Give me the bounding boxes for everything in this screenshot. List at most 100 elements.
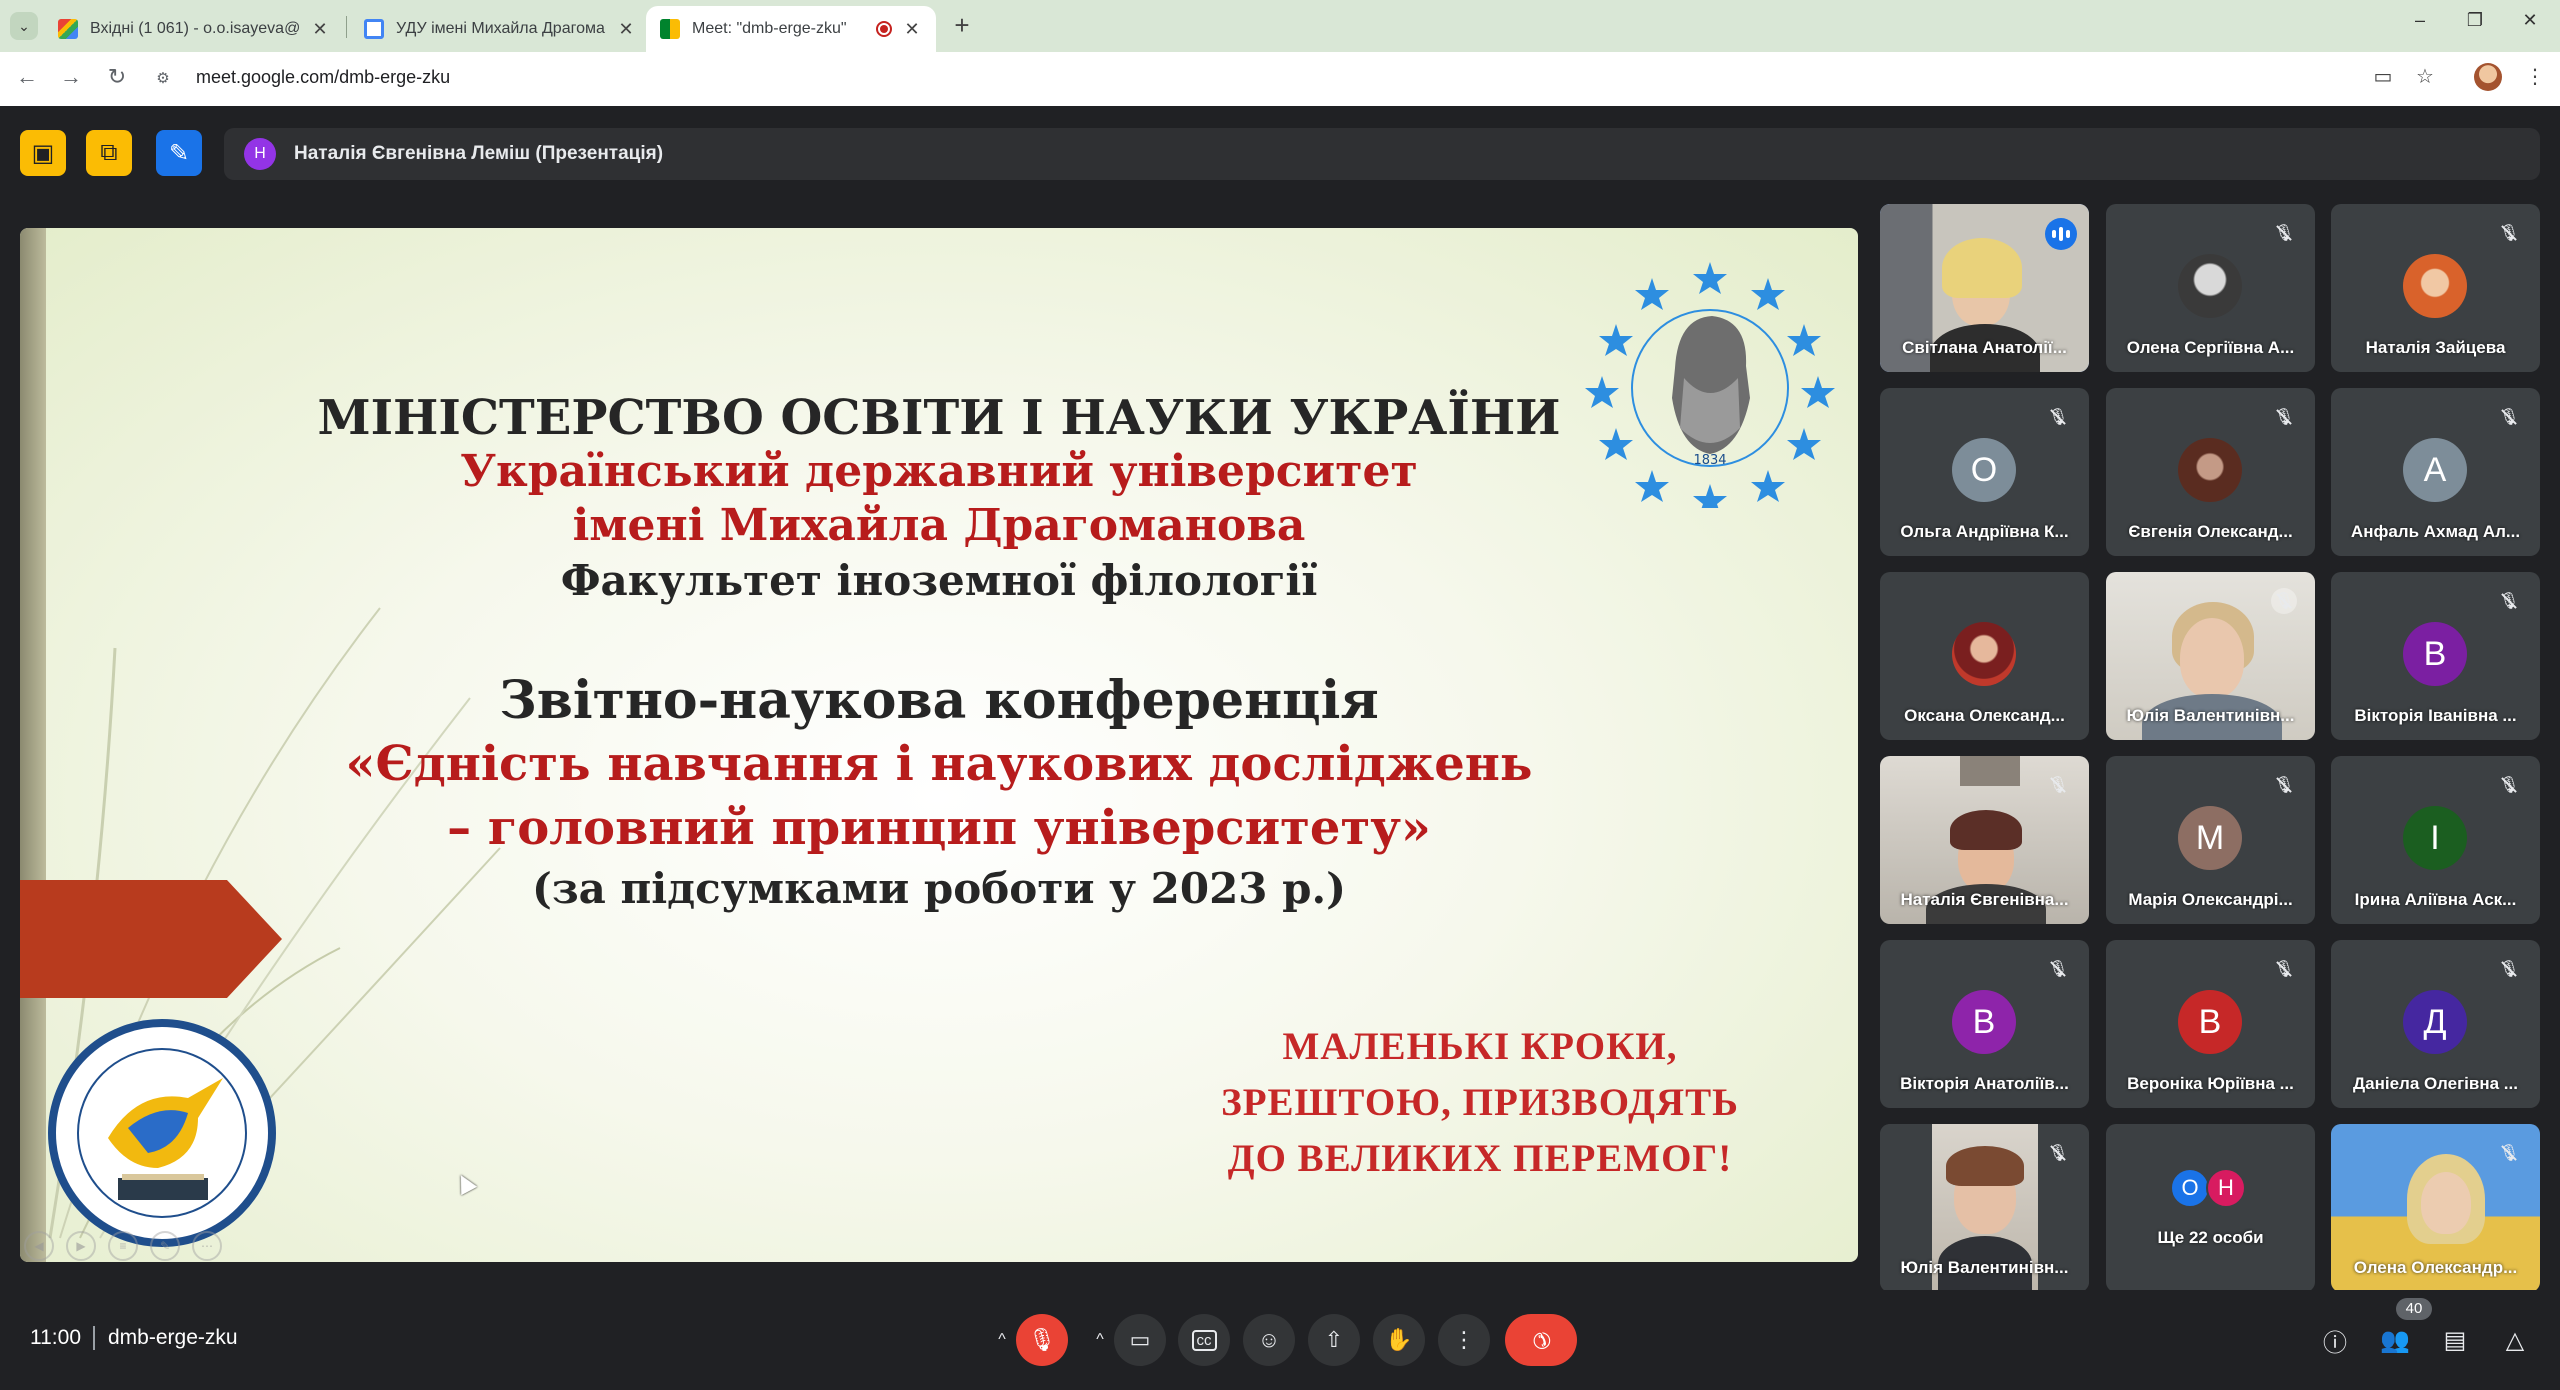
participant-tile[interactable]: Оксана Олександ... <box>1880 572 2089 740</box>
participant-tile[interactable]: 🎙 Юлія Валентинівн... <box>2106 572 2315 740</box>
participant-tile[interactable]: А 🎙 Анфаль Ахмад Ал... <box>2331 388 2540 556</box>
participant-name: Вікторія Анатоліїв... <box>1900 1074 2069 1093</box>
tab-calendar[interactable]: УДУ імені Михайла Драгоман ✕ <box>350 6 650 52</box>
new-tab-button[interactable]: + <box>948 12 976 40</box>
close-window-button[interactable]: ✕ <box>2510 10 2550 31</box>
faculty-logo <box>48 1019 276 1247</box>
participant-tile[interactable]: 🎙 Євгенія Олександ... <box>2106 388 2315 556</box>
meeting-code[interactable]: dmb-erge-zku <box>108 1326 238 1350</box>
mic-toggle-button[interactable]: 🎙 <box>1016 1314 1068 1366</box>
slide-slogan-line: МАЛЕНЬКІ КРОКИ, <box>1282 1025 1678 1068</box>
participant-tile[interactable]: 🎙 Олена Сергіївна А... <box>2106 204 2315 372</box>
participant-tile[interactable]: Світлана Анатолії... <box>1880 204 2089 372</box>
participant-name: Юлія Валентинівн... <box>1900 1258 2069 1277</box>
tab-meet[interactable]: Meet: "dmb-erge-zku" ✕ <box>646 6 936 52</box>
mic-muted-icon: 🎙 <box>2496 404 2522 430</box>
minimize-button[interactable]: – <box>2400 10 2440 31</box>
close-icon[interactable]: ✕ <box>902 19 922 40</box>
reload-icon[interactable]: ↻ <box>102 64 132 90</box>
mic-muted-icon: 🎙 <box>2271 772 2297 798</box>
calendar-icon <box>364 19 384 39</box>
speaking-indicator-icon <box>2045 218 2077 250</box>
participant-avatar: Н <box>2206 1168 2246 1208</box>
stop-presenting-icon[interactable]: ▣ <box>20 130 66 176</box>
slide-conference-subtitle: (за підсумками роботи у 2023 р.) <box>531 864 1347 913</box>
slide-next-icon[interactable]: ▶ <box>66 1231 96 1261</box>
mic-muted-icon: 🎙 <box>2045 956 2071 982</box>
slide-faculty-name: Факультет іноземної філології <box>560 556 1318 605</box>
participant-tile[interactable]: 🎙 Олена Олександр... <box>2331 1124 2540 1292</box>
participant-tile[interactable]: В 🎙 Вікторія Іванівна ... <box>2331 572 2540 740</box>
tab-title: УДУ імені Михайла Драгоман <box>396 20 606 37</box>
more-options-button[interactable]: ⋮ <box>1438 1314 1490 1366</box>
reactions-button[interactable]: ☺ <box>1243 1314 1295 1366</box>
participant-tile[interactable]: Д 🎙 Даніела Олегівна ... <box>2331 940 2540 1108</box>
participant-name: Вікторія Іванівна ... <box>2354 706 2517 725</box>
restore-button[interactable]: ❐ <box>2455 10 2495 31</box>
participant-name: Марія Олександрі... <box>2128 890 2293 909</box>
site-info-icon[interactable]: ⚙ <box>150 66 176 92</box>
audio-settings-chevron-icon[interactable]: ^ <box>990 1314 1014 1366</box>
presenter-avatar: Н <box>244 138 276 170</box>
participant-avatar: Д <box>2403 990 2467 1054</box>
slide-prev-icon[interactable]: ◀ <box>24 1231 54 1261</box>
slide-title-ministry: МІНІСТЕРСТВО ОСВІТИ І НАУКИ УКРАЇНИ <box>317 390 1561 446</box>
more-participants-label: Ще 22 особи <box>2157 1228 2264 1247</box>
slide-menu-icon[interactable]: ≡ <box>108 1231 138 1261</box>
gmail-icon <box>58 19 78 39</box>
forward-icon[interactable]: → <box>56 64 86 90</box>
participant-avatar: А <box>2403 438 2467 502</box>
slide-pen-icon[interactable]: ✎ <box>150 1231 180 1261</box>
participant-tile[interactable]: 🎙 Юлія Валентинівн... <box>1880 1124 2089 1292</box>
mic-muted-icon: 🎙 <box>2496 1140 2522 1166</box>
participant-tile[interactable]: М 🎙 Марія Олександрі... <box>2106 756 2315 924</box>
annotate-icon[interactable]: ✎ <box>156 130 202 176</box>
participant-tile[interactable]: 🎙 Наталія Євгенівна... <box>1880 756 2089 924</box>
browser-menu-icon[interactable]: ⋮ <box>2520 64 2550 89</box>
camera-in-use-icon[interactable]: ▭ <box>2368 64 2398 89</box>
people-icon[interactable]: 👥 <box>2375 1320 2415 1360</box>
participant-name: Олена Олександр... <box>2353 1258 2518 1277</box>
presentation-slide: 1834 МІНІСТЕРСТВО ОСВІТИ І НАУКИ УКРАЇНИ… <box>20 228 1858 1262</box>
chat-icon[interactable]: ▤ <box>2435 1320 2475 1360</box>
participant-tile[interactable]: 🎙 Наталія Зайцева <box>2331 204 2540 372</box>
tab-search-chevron-icon[interactable]: ⌄ <box>10 12 38 40</box>
slide-conference-title: Звітно-наукова конференція <box>499 670 1379 731</box>
mic-muted-icon: 🎙 <box>2271 404 2297 430</box>
activities-icon[interactable]: △ <box>2495 1320 2535 1360</box>
participant-tile[interactable]: О 🎙 Ольга Андріївна К... <box>1880 388 2089 556</box>
profile-avatar[interactable] <box>2474 63 2502 91</box>
address-bar[interactable]: meet.google.com/dmb-erge-zku <box>196 67 450 88</box>
slide-slogan-line: ЗРЕШТОЮ, ПРИЗВОДЯТЬ <box>1221 1081 1739 1124</box>
mic-muted-icon: 🎙 <box>2271 220 2297 246</box>
recording-icon <box>876 21 892 37</box>
participant-tile[interactable]: В 🎙 Вероніка Юріївна ... <box>2106 940 2315 1108</box>
camera-toggle-button[interactable]: ▭ <box>1114 1314 1166 1366</box>
present-screen-icon: ⇧ <box>1324 1327 1344 1352</box>
participant-avatar: В <box>1952 990 2016 1054</box>
mic-muted-icon: 🎙 <box>2496 220 2522 246</box>
bookmark-star-icon[interactable]: ☆ <box>2410 64 2440 89</box>
tab-gmail[interactable]: Вхідні (1 061) - o.o.isayeva@ud ✕ <box>44 6 344 52</box>
present-button[interactable]: ⇧ <box>1308 1314 1360 1366</box>
meeting-info-icon[interactable]: ⓘ <box>2315 1320 2355 1360</box>
tab-title: Meet: "dmb-erge-zku" <box>692 20 847 37</box>
participant-tile-more[interactable]: О Н Ще 22 особи <box>2106 1124 2315 1292</box>
participant-name: Ольга Андріївна К... <box>1900 522 2069 541</box>
participant-avatar: О <box>1952 438 2016 502</box>
slide-more-icon[interactable]: ⋯ <box>192 1231 222 1261</box>
present-layout-icon[interactable]: ⧉ <box>86 130 132 176</box>
back-icon[interactable]: ← <box>12 64 42 90</box>
participant-tile[interactable]: В 🎙 Вікторія Анатоліїв... <box>1880 940 2089 1108</box>
video-settings-chevron-icon[interactable]: ^ <box>1088 1314 1112 1366</box>
close-icon[interactable]: ✕ <box>616 19 636 40</box>
close-icon[interactable]: ✕ <box>310 19 330 40</box>
participant-tile[interactable]: І 🎙 Ірина Аліївна Аск... <box>2331 756 2540 924</box>
captions-button[interactable]: cc <box>1178 1314 1230 1366</box>
participant-name: Євгенія Олександ... <box>2128 522 2293 541</box>
participant-name: Оксана Олександ... <box>1904 706 2065 725</box>
participant-avatar: М <box>2178 806 2242 870</box>
raise-hand-button[interactable]: ✋ <box>1373 1314 1425 1366</box>
leave-call-button[interactable]: ✆ <box>1505 1314 1577 1366</box>
mic-muted-icon: 🎙 <box>2496 772 2522 798</box>
